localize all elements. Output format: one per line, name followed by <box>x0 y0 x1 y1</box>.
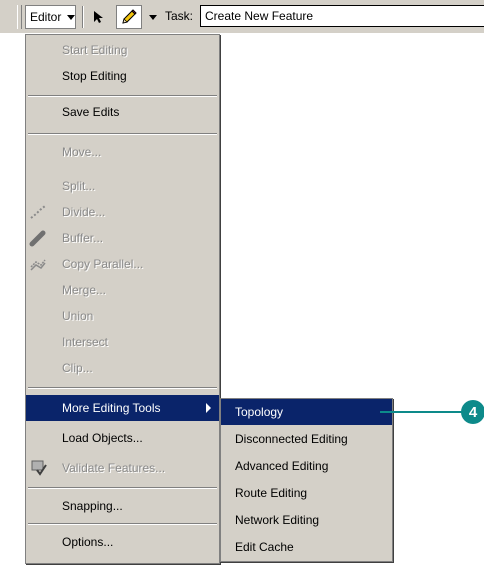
chevron-down-icon <box>67 14 76 20</box>
step-callout-badge: 4 <box>461 400 484 424</box>
menu-item-label: More Editing Tools <box>62 401 161 415</box>
menu-item-clip[interactable]: Clip... <box>26 355 219 381</box>
buffer-icon <box>28 228 48 248</box>
menu-separator <box>28 523 217 525</box>
menu-separator <box>28 487 217 489</box>
task-select[interactable]: Create New Feature <box>200 5 484 27</box>
menu-item-load-objects[interactable]: Load Objects... <box>26 425 219 451</box>
editor-menu: Start Editing Stop Editing Save Edits Mo… <box>25 34 220 564</box>
menu-item-label: Buffer... <box>62 231 104 245</box>
toolbar-grip[interactable] <box>17 5 22 29</box>
chevron-down-icon <box>148 14 157 20</box>
menu-item-label: Divide... <box>62 205 106 219</box>
menu-item-stop-editing[interactable]: Stop Editing <box>26 63 219 89</box>
menu-separator <box>28 95 217 97</box>
menu-item-move[interactable]: Move... <box>26 139 219 165</box>
copy-parallel-icon <box>28 254 48 274</box>
menu-item-label: Start Editing <box>62 43 128 57</box>
menu-item-label: Stop Editing <box>62 69 127 83</box>
submenu-item-label: Edit Cache <box>235 540 294 554</box>
sketch-tool-dropdown[interactable] <box>145 5 160 29</box>
menu-item-options[interactable]: Options... <box>26 529 219 555</box>
submenu-item-advanced-editing[interactable]: Advanced Editing <box>221 453 392 479</box>
arrow-pointer-icon <box>94 11 103 23</box>
menu-item-union[interactable]: Union <box>26 303 219 329</box>
menu-item-label: Intersect <box>62 335 109 349</box>
menu-separator <box>28 387 217 389</box>
menu-item-label: Clip... <box>62 361 93 375</box>
validate-icon <box>29 458 49 478</box>
task-label: Task: <box>165 9 194 23</box>
sketch-tool-button[interactable] <box>116 5 142 29</box>
submenu-item-label: Advanced Editing <box>235 459 329 473</box>
more-editing-tools-submenu: Topology Disconnected Editing Advanced E… <box>220 398 393 562</box>
menu-item-label: Union <box>62 309 94 323</box>
menu-item-more-editing-tools[interactable]: More Editing Tools <box>26 395 219 421</box>
menu-item-validate-features[interactable]: Validate Features... <box>26 455 219 481</box>
menu-item-snapping[interactable]: Snapping... <box>26 493 219 519</box>
menu-item-intersect[interactable]: Intersect <box>26 329 219 355</box>
menu-item-divide[interactable]: Divide... <box>26 199 219 225</box>
divide-icon <box>28 202 48 222</box>
menu-item-merge[interactable]: Merge... <box>26 277 219 303</box>
menu-item-label: Load Objects... <box>62 431 143 445</box>
editor-toolbar: Editor Task: Create New Feature <box>0 0 484 33</box>
submenu-item-label: Disconnected Editing <box>235 432 348 446</box>
menu-item-label: Split... <box>62 179 96 193</box>
submenu-item-network-editing[interactable]: Network Editing <box>221 507 392 533</box>
submenu-item-label: Route Editing <box>235 486 308 500</box>
menu-item-copy-parallel[interactable]: Copy Parallel... <box>26 251 219 277</box>
menu-item-label: Options... <box>62 535 114 549</box>
callout-leader-line <box>380 411 470 413</box>
menu-item-label: Validate Features... <box>62 461 166 475</box>
menu-item-split[interactable]: Split... <box>26 173 219 199</box>
edit-tool-button[interactable] <box>88 7 108 27</box>
submenu-arrow-icon <box>206 403 211 413</box>
menu-item-start-editing[interactable]: Start Editing <box>26 37 219 63</box>
menu-item-save-edits[interactable]: Save Edits <box>26 99 219 125</box>
editor-menu-label: Editor <box>30 10 62 24</box>
menu-item-label: Copy Parallel... <box>62 257 144 271</box>
menu-item-label: Save Edits <box>62 105 120 119</box>
submenu-item-label: Topology <box>235 405 284 419</box>
submenu-item-edit-cache[interactable]: Edit Cache <box>221 534 392 560</box>
menu-item-label: Snapping... <box>62 499 123 513</box>
editor-menu-button[interactable]: Editor <box>25 5 76 29</box>
submenu-item-label: Network Editing <box>235 513 320 527</box>
menu-item-label: Merge... <box>62 283 107 297</box>
toolbar-separator <box>82 6 84 28</box>
pencil-icon <box>122 9 137 24</box>
submenu-item-route-editing[interactable]: Route Editing <box>221 480 392 506</box>
menu-separator <box>28 133 217 135</box>
submenu-item-disconnected-editing[interactable]: Disconnected Editing <box>221 426 392 452</box>
submenu-item-topology[interactable]: Topology <box>221 399 392 425</box>
menu-item-buffer[interactable]: Buffer... <box>26 225 219 251</box>
menu-item-label: Move... <box>62 145 102 159</box>
